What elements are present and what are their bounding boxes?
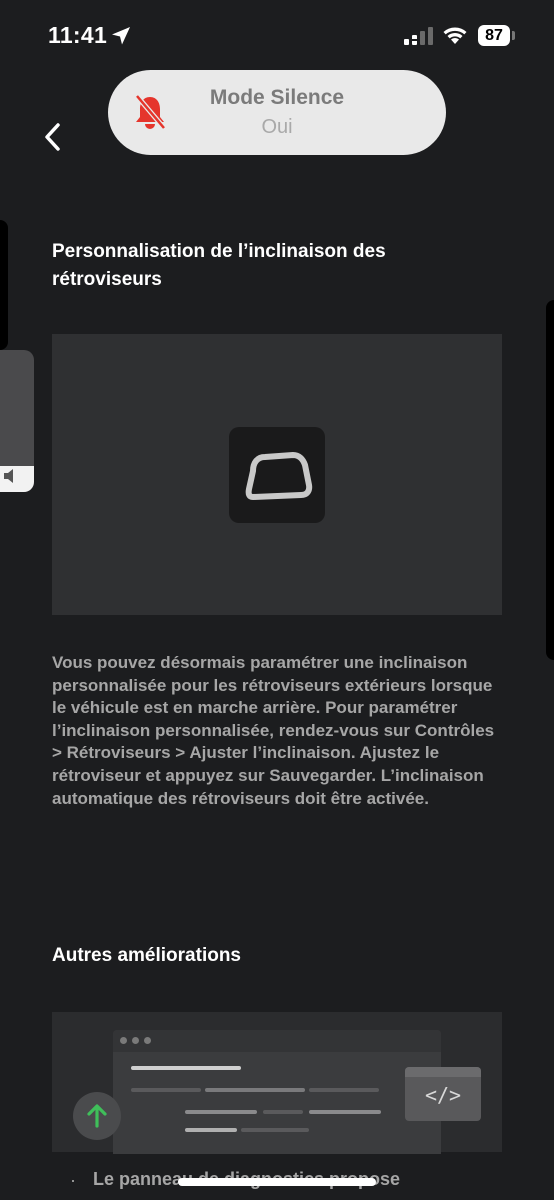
- cellular-signal-icon: [404, 27, 433, 45]
- mirror-tile: [229, 427, 325, 523]
- diagnostics-window: [113, 1030, 441, 1154]
- battery-indicator: 87: [478, 25, 510, 46]
- status-time: 11:41: [48, 22, 108, 48]
- silent-mode-value: Oui: [261, 116, 293, 138]
- right-edge-shadow: [546, 300, 554, 660]
- improvements-illustration: </>: [52, 1012, 502, 1154]
- section-title-mirror-tilt: Personnalisation de l’inclinaison des ré…: [52, 241, 386, 290]
- silent-mode-title: Mode Silence: [209, 86, 345, 109]
- wifi-icon: [443, 27, 467, 44]
- speaker-icon: [4, 469, 13, 483]
- mirror-icon: [245, 452, 313, 500]
- back-chevron-icon[interactable]: [38, 120, 68, 154]
- mirror-media-placeholder: [52, 334, 502, 615]
- left-edge-shadow: [0, 220, 8, 350]
- bullet-marker: ·: [70, 1170, 76, 1190]
- location-arrow-icon: [112, 27, 130, 45]
- mirror-tilt-description: Vous pouvez désormais paramétrer une inc…: [52, 653, 495, 808]
- home-indicator[interactable]: [178, 1178, 376, 1186]
- silent-mode-banner[interactable]: Mode Silence Oui: [108, 70, 446, 155]
- up-arrow-icon: [87, 1104, 107, 1128]
- code-badge: </>: [405, 1067, 481, 1121]
- section-title-other-improvements: Autres améliorations: [52, 945, 241, 966]
- status-bar: 11:41 87: [0, 0, 554, 70]
- code-brackets-icon: </>: [424, 1083, 462, 1107]
- upgrade-circle: [73, 1092, 121, 1140]
- volume-side-handle[interactable]: [0, 350, 34, 492]
- battery-tip: [512, 31, 515, 40]
